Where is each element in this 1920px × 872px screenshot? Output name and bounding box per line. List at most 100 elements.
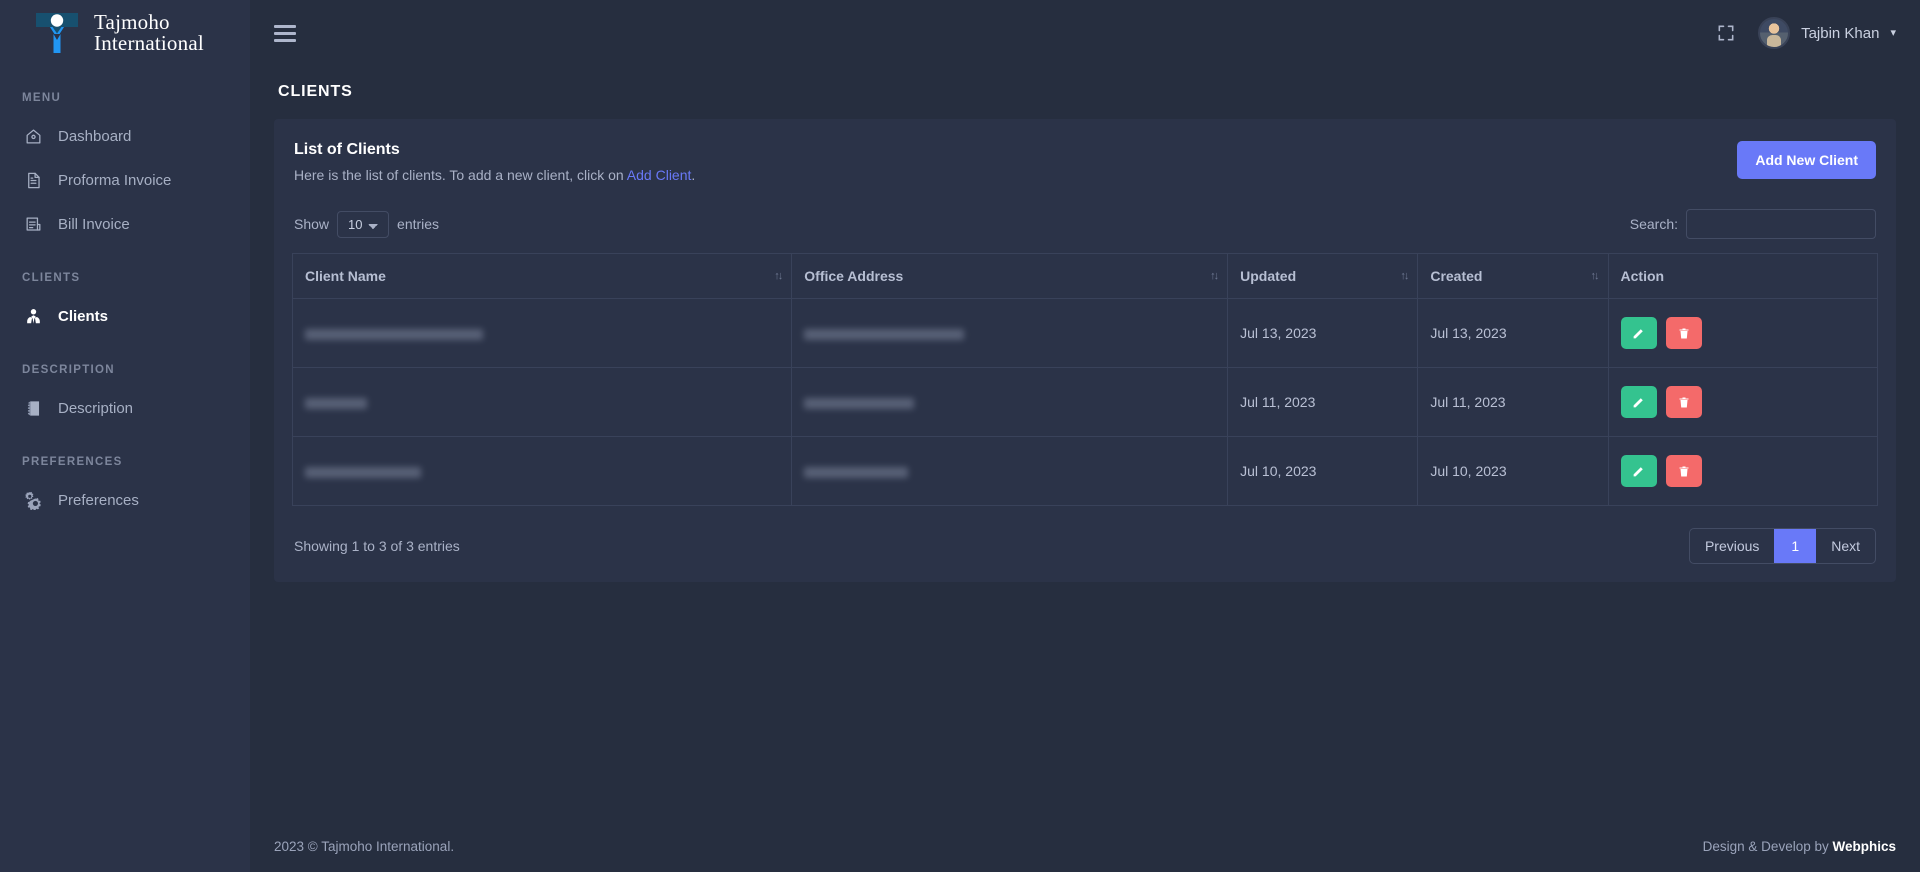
cell-client-name [291, 298, 793, 368]
table-row: Jul 11, 2023 Jul 11, 2023 [291, 367, 1879, 437]
footer-credit-brand: Webphics [1832, 838, 1896, 854]
user-name: Tajbin Khan [1801, 24, 1880, 42]
clients-card: List of Clients Here is the list of clie… [274, 119, 1896, 582]
sort-icon: ↑↓ [1210, 270, 1219, 282]
showing-entries-text: Showing 1 to 3 of 3 entries [294, 538, 460, 554]
footer-copyright: 2023 © Tajmoho International. [274, 838, 455, 854]
sidebar: Tajmoho International MENU Dashboard Pro… [0, 0, 250, 872]
cell-updated: Jul 11, 2023 [1227, 367, 1419, 437]
page-size-select[interactable]: 10 25 50 100 [337, 210, 390, 238]
column-label: Action [1620, 268, 1665, 284]
sidebar-item-label: Bill Invoice [58, 215, 130, 233]
sidebar-item-dashboard[interactable]: Dashboard [0, 114, 250, 158]
table-body: Jul 13, 2023 Jul 13, 2023 Jul 11, 2023 J… [291, 298, 1879, 506]
previous-page-button[interactable]: Previous [1690, 529, 1774, 563]
file-text-icon [22, 169, 44, 191]
cell-updated: Jul 10, 2023 [1227, 436, 1419, 506]
page-number-button[interactable]: 1 [1774, 529, 1817, 563]
cell-updated: Jul 13, 2023 [1227, 298, 1419, 368]
avatar [1758, 17, 1791, 49]
entries-label: entries [397, 216, 440, 232]
card-subtitle-suffix: . [691, 167, 696, 183]
gears-icon [22, 489, 44, 511]
pagination: Previous 1 Next [1688, 528, 1876, 564]
redacted-office-address [804, 397, 915, 409]
sort-icon: ↑↓ [1400, 270, 1409, 282]
redacted-office-address [804, 466, 909, 478]
show-entries-control: Show 10 25 50 100 entries [294, 210, 440, 238]
cell-action [1607, 436, 1879, 506]
home-icon [22, 125, 44, 147]
column-header-action: Action [1607, 253, 1879, 299]
edit-button[interactable] [1620, 386, 1657, 418]
column-label: Client Name [305, 268, 386, 284]
search-input[interactable] [1686, 209, 1876, 239]
column-header-office-address[interactable]: Office Address ↑↓ [791, 253, 1229, 299]
file-list-icon [22, 213, 44, 235]
sidebar-item-proforma-invoice[interactable]: Proforma Invoice [0, 158, 250, 202]
topbar-right: Tajbin Khan ▾ [1716, 17, 1896, 49]
redacted-client-name [305, 466, 421, 478]
cell-office-address [791, 436, 1229, 506]
tajmoho-logo-icon [34, 11, 80, 55]
cell-created: Jul 10, 2023 [1417, 436, 1609, 506]
column-label: Office Address [804, 268, 904, 284]
sidebar-item-preferences[interactable]: Preferences [0, 478, 250, 522]
card-title: List of Clients [294, 141, 400, 158]
chevron-down-icon: ▾ [1890, 26, 1896, 39]
sidebar-section-clients: CLIENTS [22, 272, 81, 284]
table-head: Client Name ↑↓ Office Address ↑↓ Updated… [291, 253, 1879, 299]
cell-action [1607, 367, 1879, 437]
show-label: Show [294, 216, 330, 232]
action-buttons [1620, 317, 1865, 349]
sidebar-item-label: Dashboard [58, 127, 132, 145]
sidebar-item-label: Preferences [58, 491, 139, 509]
table-header-row: Client Name ↑↓ Office Address ↑↓ Updated… [291, 253, 1879, 299]
sidebar-section-menu: MENU [22, 92, 62, 104]
column-header-created[interactable]: Created ↑↓ [1417, 253, 1609, 299]
add-new-client-button[interactable]: Add New Client [1737, 141, 1876, 179]
table-row: Jul 10, 2023 Jul 10, 2023 [291, 436, 1879, 506]
search-label: Search: [1629, 216, 1678, 232]
brand[interactable]: Tajmoho International [0, 0, 250, 66]
sidebar-item-label: Clients [58, 307, 109, 325]
brand-line-2: International [94, 31, 204, 55]
column-label: Created [1430, 268, 1483, 284]
next-page-button[interactable]: Next [1816, 529, 1875, 563]
content: List of Clients Here is the list of clie… [250, 119, 1920, 582]
page-title: CLIENTS [278, 83, 353, 100]
sidebar-item-bill-invoice[interactable]: Bill Invoice [0, 202, 250, 246]
notebook-icon [22, 397, 44, 419]
main-area: Tajbin Khan ▾ CLIENTS List of Clients He… [250, 0, 1920, 872]
hamburger-icon[interactable] [274, 24, 296, 42]
sidebar-item-label: Description [58, 399, 134, 417]
add-client-link[interactable]: Add Client [627, 167, 692, 183]
cell-office-address [791, 298, 1229, 368]
brand-line-1: Tajmoho [94, 10, 170, 34]
cell-action [1607, 298, 1879, 368]
table-tools: Show 10 25 50 100 entries Search: [292, 209, 1878, 239]
fullscreen-icon[interactable] [1716, 23, 1736, 43]
sidebar-item-label: Proforma Invoice [58, 171, 172, 189]
card-header: List of Clients Here is the list of clie… [292, 141, 1878, 183]
topbar: Tajbin Khan ▾ [250, 0, 1920, 66]
column-header-client-name[interactable]: Client Name ↑↓ [291, 253, 793, 299]
action-buttons [1620, 386, 1865, 418]
edit-button[interactable] [1620, 455, 1657, 487]
redacted-client-name [305, 328, 483, 340]
search-control: Search: [1630, 209, 1876, 239]
cell-client-name [291, 367, 793, 437]
delete-button[interactable] [1665, 317, 1702, 349]
delete-button[interactable] [1665, 386, 1702, 418]
card-subtitle: Here is the list of clients. To add a ne… [294, 167, 695, 183]
delete-button[interactable] [1665, 455, 1702, 487]
user-menu[interactable]: Tajbin Khan ▾ [1758, 17, 1896, 49]
sort-icon: ↑↓ [1590, 270, 1600, 282]
user-tie-icon [22, 305, 44, 327]
sidebar-item-clients[interactable]: Clients [0, 294, 250, 338]
action-buttons [1620, 455, 1865, 487]
edit-button[interactable] [1620, 317, 1657, 349]
cell-client-name [291, 436, 793, 506]
column-header-updated[interactable]: Updated ↑↓ [1227, 253, 1419, 299]
sidebar-item-description[interactable]: Description [0, 386, 250, 430]
